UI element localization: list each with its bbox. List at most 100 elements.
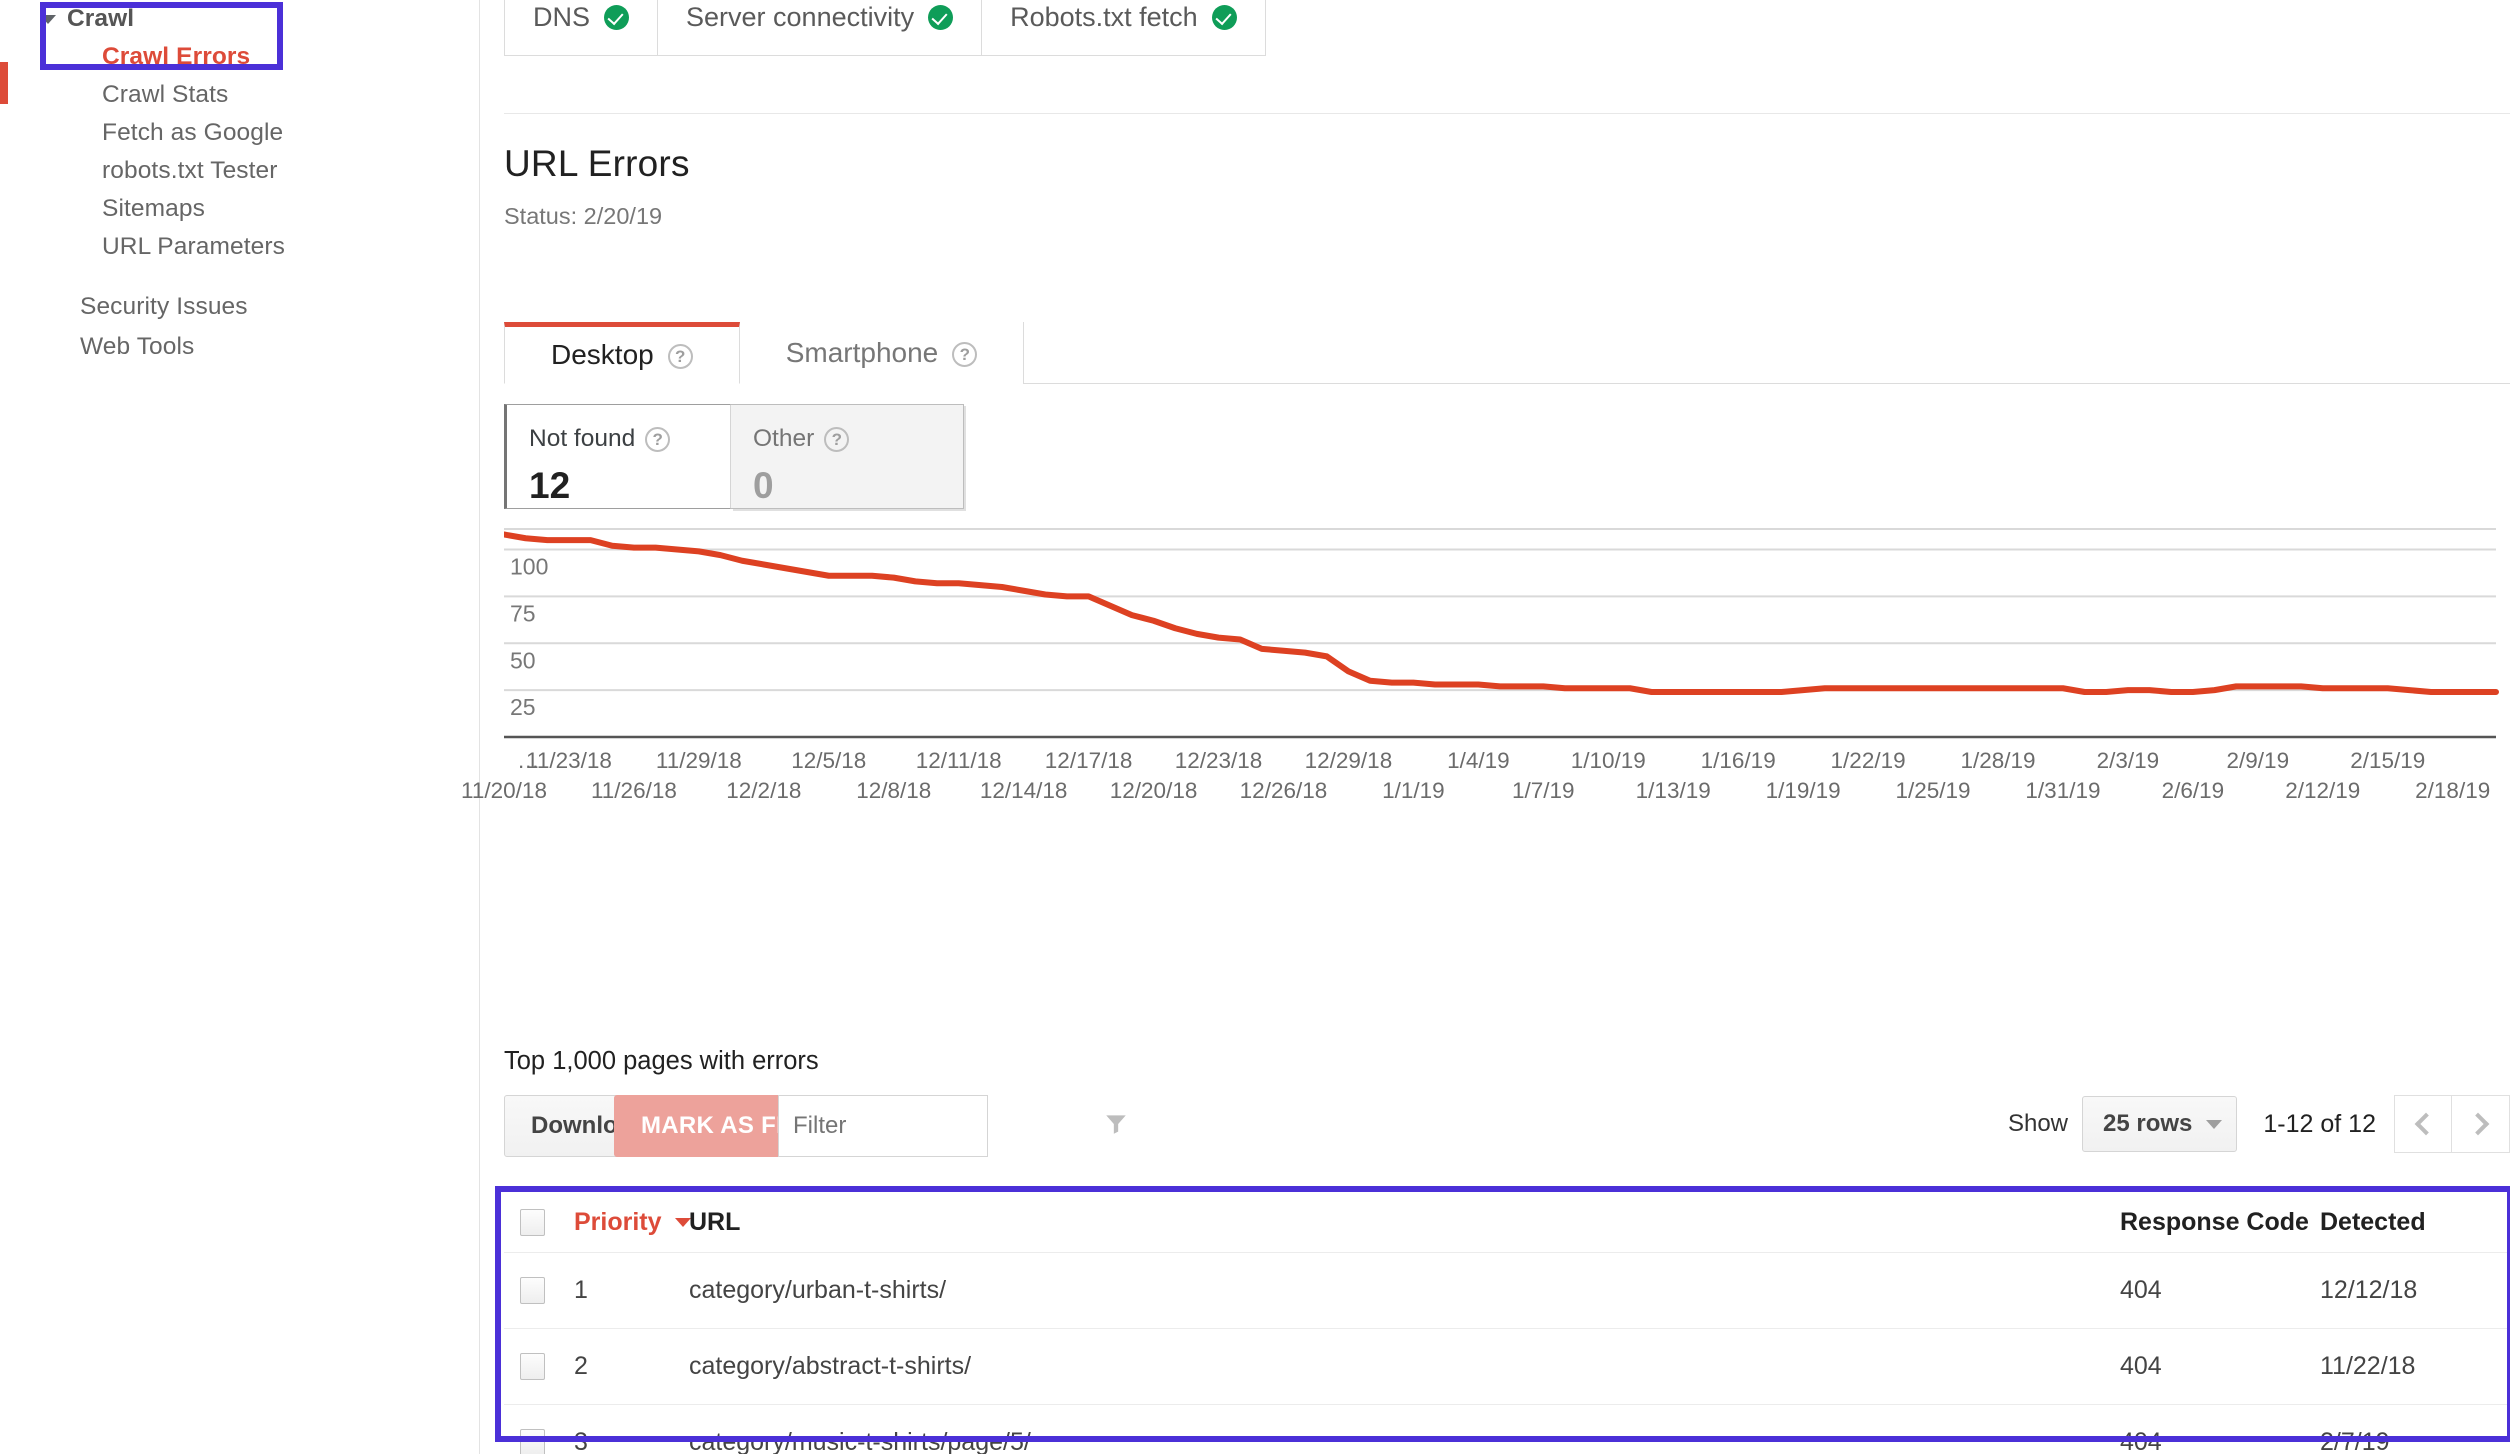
check-circle-icon	[1211, 4, 1237, 30]
x-axis-tick: 12/2/18	[726, 778, 802, 803]
show-label: Show	[2007, 1110, 2069, 1137]
table-row[interactable]: 2 category/abstract-t-shirts/ 404 11/22/…	[504, 1328, 2510, 1404]
select-all-cell[interactable]	[504, 1208, 574, 1236]
status-cell-dns[interactable]: DNS	[504, 0, 658, 56]
cell-url[interactable]: category/music-t-shirts/page/5/	[689, 1428, 2120, 1454]
sidebar-item-label: Fetch as Google	[102, 119, 284, 146]
sidebar-item-label: Sitemaps	[102, 195, 205, 222]
x-axis-tick: 1/25/19	[1895, 778, 1971, 803]
row-select-cell[interactable]	[504, 1429, 574, 1454]
error-card-value: 0	[753, 465, 774, 506]
device-tabs: Desktop ? Smartphone ?	[504, 322, 2510, 384]
x-axis-tick: 2/15/19	[2350, 748, 2426, 773]
x-axis-tick: 12/11/18	[915, 748, 1002, 773]
help-icon[interactable]: ?	[824, 425, 850, 453]
cell-response-code: 404	[2120, 1428, 2162, 1454]
sidebar-item-crawl-stats[interactable]: Crawl Stats	[0, 76, 480, 114]
errors-over-time-chart: 25 50 75 100	[504, 525, 2510, 755]
column-header-label: Priority	[574, 1207, 662, 1236]
sidebar-item-crawl[interactable]: Crawl	[0, 0, 480, 38]
filter-input[interactable]	[779, 1112, 1103, 1140]
pagination-range: 1-12 of 12	[2263, 1109, 2376, 1138]
column-header-url[interactable]: URL	[689, 1208, 2120, 1237]
x-axis-tick: 12/5/18	[791, 748, 867, 773]
x-axis-tick: 2/6/19	[2161, 778, 2225, 803]
status-cell-server-connectivity[interactable]: Server connectivity	[657, 0, 982, 56]
y-axis-tick: 75	[510, 600, 536, 626]
check-circle-icon	[928, 4, 954, 30]
row-checkbox[interactable]	[520, 1353, 545, 1380]
x-axis-tick: 12/20/18	[1109, 778, 1198, 803]
cell-priority: 2	[574, 1352, 588, 1380]
sidebar-item-label: Web Tools	[80, 333, 195, 360]
sidebar-item-fetch-as-google[interactable]: Fetch as Google	[0, 114, 480, 152]
x-axis-row-bottom: 11/20/18 11/26/18 12/2/18 12/8/18 12/14/18 12…	[461, 778, 2510, 808]
tab-desktop[interactable]: Desktop ?	[504, 322, 740, 384]
error-card-value: 12	[529, 465, 571, 506]
page-title: URL Errors	[504, 143, 690, 184]
cell-url[interactable]: category/urban-t-shirts/	[689, 1276, 2120, 1305]
sidebar-item-web-tools[interactable]: Web Tools	[0, 328, 480, 366]
x-axis-tick: 12/23/18	[1174, 748, 1263, 773]
tab-smartphone[interactable]: Smartphone ?	[739, 322, 1025, 384]
sidebar-item-sitemaps[interactable]: Sitemaps	[0, 190, 480, 228]
page-status: Status: 2/20/19	[504, 203, 663, 229]
table-row[interactable]: 3 category/music-t-shirts/page/5/ 404 2/…	[504, 1404, 2510, 1454]
next-page-button[interactable]	[2452, 1095, 2510, 1153]
filter-field[interactable]	[778, 1095, 1126, 1157]
sidebar-item-robots-txt-tester[interactable]: robots.txt Tester	[0, 152, 480, 190]
cell-priority: 1	[574, 1276, 588, 1304]
y-axis-tick: 50	[510, 647, 536, 673]
chevron-left-icon	[2414, 1112, 2438, 1136]
caret-down-icon	[40, 14, 56, 24]
sidebar-item-label: Crawl Errors	[102, 43, 251, 70]
column-header-detected[interactable]: Detected	[2320, 1208, 2510, 1237]
x-axis-tick: 12/8/18	[856, 778, 932, 803]
select-all-checkbox[interactable]	[520, 1208, 545, 1236]
x-axis-tick: 1/16/19	[1700, 748, 1776, 773]
error-card-not-found[interactable]: Not found? 12	[504, 404, 731, 509]
cell-detected: 12/12/18	[2320, 1276, 2418, 1304]
sidebar-item-url-parameters[interactable]: URL Parameters	[0, 228, 480, 266]
row-checkbox[interactable]	[520, 1429, 545, 1454]
table-toolbar: Download MARK AS FIXED (0) Show 25 rows …	[504, 1095, 2510, 1157]
filter-funnel-icon[interactable]	[1103, 1111, 1129, 1142]
sidebar-item-security-issues[interactable]: Security Issues	[0, 288, 480, 326]
y-axis-tick: 100	[510, 554, 548, 580]
x-axis-tick: 12/17/18	[1044, 748, 1133, 773]
help-icon[interactable]: ?	[645, 425, 671, 453]
rows-per-page-select[interactable]: 25 rows	[2082, 1096, 2238, 1152]
x-axis-tick: 2/9/19	[2226, 748, 2290, 773]
column-header-priority[interactable]: Priority	[574, 1207, 691, 1237]
x-axis-tick: 1/10/19	[1570, 748, 1646, 773]
help-icon[interactable]: ?	[667, 339, 693, 371]
x-axis-tick: 1/4/19	[1447, 748, 1510, 773]
row-checkbox[interactable]	[520, 1277, 545, 1304]
chevron-right-icon	[2466, 1112, 2489, 1136]
check-circle-icon	[604, 4, 630, 30]
x-axis-tick: 1/31/19	[2025, 778, 2101, 803]
help-icon[interactable]: ?	[952, 337, 978, 369]
sidebar-item-crawl-errors[interactable]: Crawl Errors	[0, 38, 480, 76]
x-axis-tick: 1/28/19	[1960, 748, 2036, 773]
sidebar: Crawl Crawl Errors Crawl Stats Fetch as …	[0, 0, 480, 1454]
row-select-cell[interactable]	[504, 1277, 574, 1304]
column-header-response-code[interactable]: Response Code	[2120, 1208, 2320, 1237]
x-axis-tick: 1/1/19	[1382, 778, 1445, 803]
status-cell-robots-txt-fetch[interactable]: Robots.txt fetch	[981, 0, 1266, 56]
error-type-cards: Not found? 12 Other? 0	[504, 404, 964, 509]
cell-response-code: 404	[2120, 1352, 2162, 1380]
error-card-other[interactable]: Other? 0	[731, 404, 964, 509]
y-axis-tick: 25	[510, 694, 536, 720]
error-card-label-row: Other?	[753, 425, 941, 453]
row-select-cell[interactable]	[504, 1353, 574, 1380]
rows-per-page-value: 25 rows	[2103, 1110, 2193, 1137]
status-label: DNS	[533, 1, 591, 32]
table-row[interactable]: 1 category/urban-t-shirts/ 404 12/12/18	[504, 1252, 2510, 1328]
cell-url[interactable]: category/abstract-t-shirts/	[689, 1352, 2120, 1381]
table-header-row: Priority URL Response Code Detected	[504, 1192, 2510, 1252]
prev-page-button[interactable]	[2394, 1095, 2452, 1153]
chevron-down-icon	[2206, 1119, 2223, 1129]
x-axis-tick: 12/29/18	[1304, 748, 1393, 773]
error-card-label-row: Not found?	[529, 425, 708, 453]
